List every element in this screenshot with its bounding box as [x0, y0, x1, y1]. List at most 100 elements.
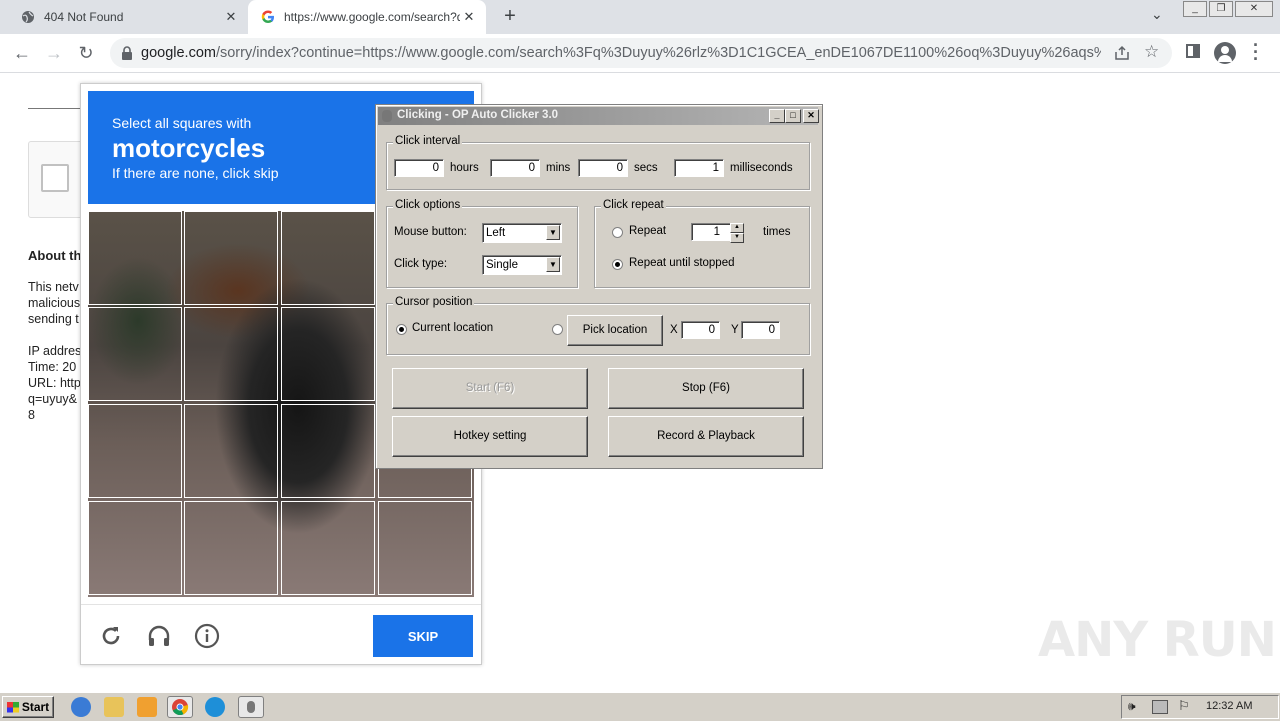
click-type-select[interactable]: Single ▼: [482, 255, 562, 275]
grid-tile[interactable]: [281, 404, 375, 498]
close-button[interactable]: ✕: [803, 109, 819, 123]
google-icon: [260, 9, 276, 25]
page-text-line: sending t: [28, 312, 79, 326]
grid-tile[interactable]: [88, 211, 182, 305]
group-label: Click interval: [393, 135, 463, 147]
volume-icon[interactable]: 🕪: [1128, 699, 1136, 714]
system-tray: 🕪 ⚐ 12:32 AM: [1121, 695, 1279, 719]
divider: [28, 108, 88, 109]
repeat-count-spinner[interactable]: ▲ ▼: [730, 223, 744, 243]
challenge-instruction: Select all squares with: [112, 115, 252, 131]
ie-icon[interactable]: [71, 697, 91, 717]
current-location-radio[interactable]: [396, 324, 407, 335]
forward-arrow-icon[interactable]: →: [43, 42, 65, 64]
grid-tile[interactable]: [184, 211, 278, 305]
stop-button[interactable]: Stop (F6): [608, 368, 804, 409]
bookmark-star-icon[interactable]: ☆: [1144, 42, 1159, 62]
profile-icon[interactable]: [1214, 42, 1236, 64]
pick-location-radio[interactable]: [552, 324, 563, 335]
chevron-down-icon[interactable]: ⌄: [1151, 6, 1163, 23]
auto-clicker-window: Clicking - OP Auto Clicker 3.0 _ □ ✕ Cli…: [375, 104, 823, 469]
side-panel-icon[interactable]: [1186, 44, 1200, 58]
grid-tile[interactable]: [281, 307, 375, 401]
y-field[interactable]: 0: [741, 321, 780, 339]
repeat-count-field[interactable]: 1: [691, 223, 733, 241]
back-arrow-icon[interactable]: ←: [11, 42, 33, 64]
close-tab-icon[interactable]: ✕: [460, 9, 478, 25]
flag-icon[interactable]: ⚐: [1178, 698, 1190, 714]
new-tab-button[interactable]: +: [500, 6, 520, 26]
address-bar[interactable]: google.com/sorry/index?continue=https://…: [110, 38, 1172, 68]
about-heading: About th: [28, 248, 82, 263]
challenge-footer: SKIP: [81, 604, 481, 665]
share-icon[interactable]: [1113, 44, 1131, 62]
page-text-line: malicious: [28, 296, 81, 310]
repeat-until-stopped-label: Repeat until stopped: [629, 257, 735, 269]
start-label: Start: [21, 700, 50, 714]
grid-tile[interactable]: [281, 501, 375, 595]
milliseconds-field[interactable]: 1: [674, 159, 724, 177]
close-window-button[interactable]: ✕: [1235, 1, 1273, 17]
times-label: times: [763, 226, 791, 238]
edge-icon[interactable]: [205, 697, 225, 717]
grid-tile[interactable]: [88, 404, 182, 498]
record-playback-button[interactable]: Record & Playback: [608, 416, 804, 457]
pick-location-button[interactable]: Pick location: [567, 315, 663, 346]
dropdown-arrow-icon[interactable]: ▼: [546, 257, 560, 272]
hours-field[interactable]: 0: [394, 159, 444, 177]
grid-tile[interactable]: [281, 211, 375, 305]
page-text-line: Time: 20: [28, 360, 77, 374]
taskbar: Start 🕪 ⚐ 12:32 AM: [0, 692, 1280, 721]
minimize-button[interactable]: _: [769, 109, 785, 123]
secs-field[interactable]: 0: [578, 159, 628, 177]
url-domain: google.com: [141, 45, 216, 61]
dropdown-arrow-icon[interactable]: ▼: [546, 225, 560, 240]
recaptcha-checkbox[interactable]: [41, 164, 69, 192]
maximize-button[interactable]: □: [785, 109, 801, 123]
reload-icon[interactable]: ↻: [75, 42, 97, 64]
globe-icon: [20, 9, 36, 25]
grid-tile[interactable]: [184, 307, 278, 401]
more-menu-icon[interactable]: · · ·: [1252, 36, 1260, 68]
minimize-button[interactable]: _: [1183, 1, 1207, 17]
grid-tile[interactable]: [378, 501, 472, 595]
y-label: Y: [731, 324, 739, 336]
info-icon[interactable]: [194, 623, 220, 649]
spin-down-icon[interactable]: ▼: [730, 233, 744, 243]
start-button[interactable]: Start (F6): [392, 368, 588, 409]
media-player-icon[interactable]: [137, 697, 157, 717]
reload-icon[interactable]: [98, 623, 124, 649]
cursor-position-group: Cursor position Current location Pick lo…: [386, 296, 810, 355]
lock-icon[interactable]: [120, 45, 136, 61]
grid-tile[interactable]: [88, 501, 182, 595]
challenge-target: motorcycles: [112, 133, 266, 163]
tab-404[interactable]: 404 Not Found ✕: [8, 0, 248, 34]
hotkey-setting-button[interactable]: Hotkey setting: [392, 416, 588, 457]
auto-clicker-taskbar-button[interactable]: [238, 696, 264, 718]
x-label: X: [670, 324, 678, 336]
network-icon[interactable]: [1152, 700, 1168, 714]
grid-tile[interactable]: [88, 307, 182, 401]
page-text-line: 8: [28, 408, 35, 422]
spin-up-icon[interactable]: ▲: [730, 223, 744, 233]
headphones-icon[interactable]: [146, 623, 172, 649]
clock[interactable]: 12:32 AM: [1206, 700, 1252, 712]
start-button[interactable]: Start: [2, 696, 54, 718]
window-title: Clicking - OP Auto Clicker 3.0: [397, 109, 559, 121]
repeat-radio[interactable]: [612, 227, 623, 238]
window-titlebar[interactable]: Clicking - OP Auto Clicker 3.0 _ □ ✕: [378, 107, 819, 125]
grid-tile[interactable]: [184, 404, 278, 498]
chrome-taskbar-button[interactable]: [167, 696, 193, 718]
mins-field[interactable]: 0: [490, 159, 540, 177]
skip-button[interactable]: SKIP: [373, 615, 473, 657]
page-text-line: URL: http: [28, 376, 81, 390]
close-tab-icon[interactable]: ✕: [222, 9, 240, 25]
tab-google-search[interactable]: https://www.google.com/search?q= ✕: [248, 0, 486, 34]
restore-button[interactable]: ❐: [1209, 1, 1233, 17]
folder-icon[interactable]: [104, 697, 124, 717]
mouse-button-label: Mouse button:: [394, 226, 467, 238]
repeat-until-stopped-radio[interactable]: [612, 259, 623, 270]
x-field[interactable]: 0: [681, 321, 720, 339]
mouse-button-select[interactable]: Left ▼: [482, 223, 562, 243]
grid-tile[interactable]: [184, 501, 278, 595]
